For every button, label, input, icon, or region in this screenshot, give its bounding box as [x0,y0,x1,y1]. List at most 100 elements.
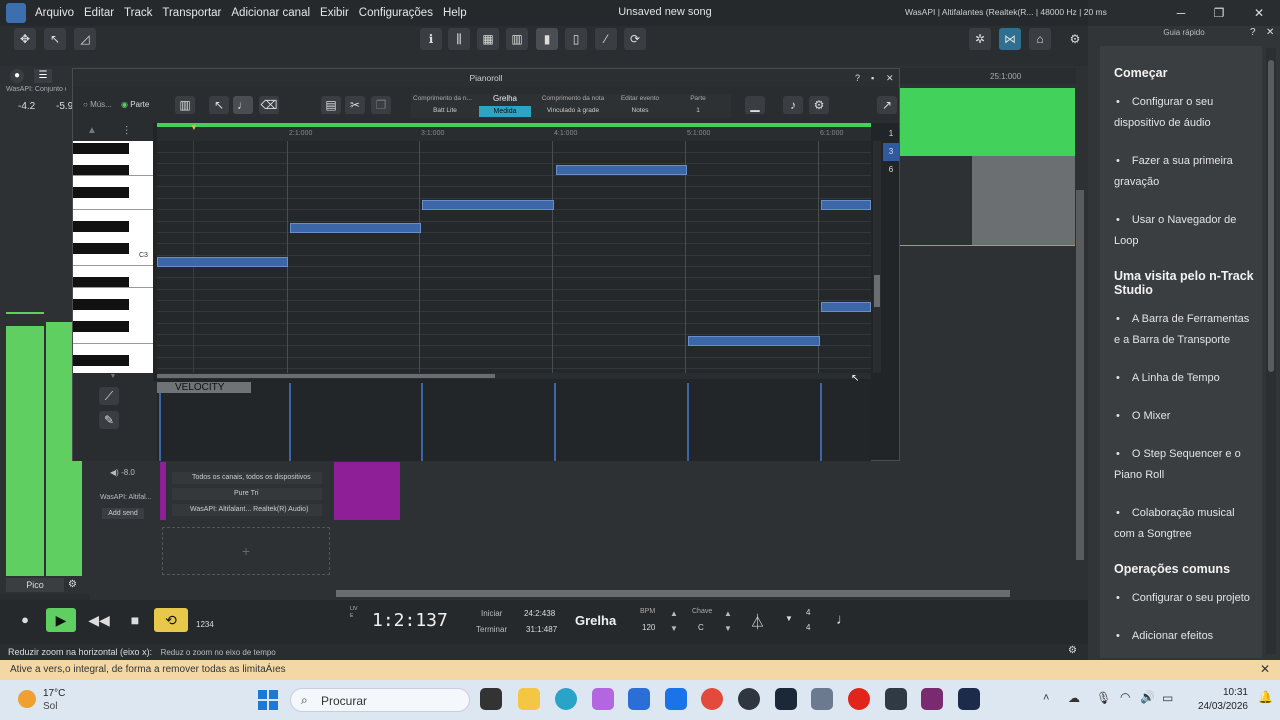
mode-mus[interactable]: ○ Mús... [83,100,112,109]
key-value[interactable]: C [698,623,704,632]
add-send-button[interactable]: Add send [102,508,144,519]
tuner-icon[interactable]: ⁄ [595,28,617,50]
time-sig-top[interactable]: 4 [806,608,810,617]
guide-scroll-thumb[interactable] [1268,60,1274,372]
effects-icon[interactable]: ✲ [969,28,991,50]
peak-button[interactable]: Pico [6,578,64,592]
tray-chevron-icon[interactable]: ˄ [1043,692,1049,704]
metronome-icon[interactable]: ⏃ [750,611,765,632]
steam-icon[interactable] [775,688,797,710]
midi-note[interactable] [556,165,687,175]
grid-scrollbar[interactable] [873,141,881,373]
midi-note[interactable] [821,302,871,312]
loop-icon[interactable]: ⟳ [624,28,646,50]
key-stepper-icon[interactable]: ▲ ▼ [724,606,732,636]
part-number[interactable]: 1 [883,125,899,143]
menu-help[interactable]: Help [438,0,472,26]
black-key[interactable] [73,221,129,232]
end-value[interactable]: 31:1:487 [526,625,557,634]
step-sequencer-icon[interactable]: ▦ [477,28,499,50]
microphone-icon[interactable]: 🎙 [1096,691,1111,705]
loop-toggle-icon[interactable]: ⟲ [154,608,188,632]
midi-note[interactable] [157,257,288,267]
settings-app-icon[interactable] [811,688,833,710]
piano-icon[interactable]: ▥ [506,28,528,50]
paste-icon[interactable]: ▤ [321,96,341,114]
quantize-icon[interactable]: ▁ [745,96,765,114]
mixer-settings-icon[interactable]: ⚙ [68,579,77,590]
notes-icon[interactable]: ♪ [783,96,803,114]
clock-time[interactable]: 10:31 [1192,687,1248,698]
guide-link[interactable]: Colaboração musical com a Songtree [1114,503,1254,545]
move-tool-icon[interactable]: ✥ [14,28,36,50]
menu-lines-icon[interactable]: ☰ [34,69,52,83]
guide-link[interactable]: O Step Sequencer e o Piano Roll [1114,444,1254,486]
instrument-select[interactable]: Pure Tri [172,488,322,500]
outlook-icon[interactable] [628,688,650,710]
black-key[interactable] [73,243,129,254]
ntrack-icon[interactable] [921,688,943,710]
count-in[interactable]: 1234 [196,620,214,629]
velocity-lane[interactable] [157,381,871,461]
minimize-icon[interactable]: ▪ [871,73,874,83]
battery-icon[interactable]: ▭ [1162,691,1173,705]
taskbar-search[interactable]: ⌕ Procurar [290,688,470,712]
horizontal-scrollbar[interactable] [336,590,1010,597]
opera-icon[interactable] [848,688,870,710]
guide-link[interactable]: Configurar o seu projeto [1114,588,1254,609]
onedrive-icon[interactable]: ☁ [1068,691,1080,705]
timeline-ruler[interactable] [900,68,1076,84]
black-key[interactable] [73,321,129,332]
midi-note[interactable] [821,200,871,210]
part-number[interactable]: 6 [883,161,899,179]
grid-button[interactable]: Grelha [575,613,616,628]
record-arm-icon[interactable]: ● [10,69,24,83]
task-view-icon[interactable] [480,688,502,710]
guide-link[interactable]: Fazer a sua primeira gravação [1114,151,1254,193]
input-select[interactable]: Todos os canais, todos os dispositivos [172,472,322,484]
grid-scroll-thumb[interactable] [874,275,880,307]
mixer-icon[interactable]: ⫼ [448,28,470,50]
help-icon[interactable]: ? [1250,27,1256,38]
select-tool-icon[interactable]: ↖ [209,96,229,114]
menu-configuracoes[interactable]: Configurações [354,0,438,26]
scroll-down-icon[interactable]: ▼ [73,373,153,381]
calculator-icon[interactable] [885,688,907,710]
midi-note[interactable] [688,336,820,346]
keyboard-icon[interactable]: ▥ [175,96,195,114]
close-window-icon[interactable]: ✕ [1250,4,1268,22]
guide-link[interactable]: Usar o Navegador de Loop [1114,210,1254,252]
menu-adicionar-canal[interactable]: Adicionar canal [226,0,315,26]
close-panel-icon[interactable]: ✕ [1266,27,1274,38]
menu-editar[interactable]: Editar [79,0,119,26]
velocity-bar[interactable] [687,383,689,461]
minimize-icon[interactable]: ─ [1172,4,1190,22]
home-icon[interactable]: ⌂ [1029,28,1051,50]
velocity-bar[interactable] [159,383,161,461]
eraser-icon[interactable]: ⌫ [259,96,279,114]
weather-sun-icon[interactable] [18,690,36,708]
grid-hscroll-thumb[interactable] [157,374,495,378]
mode-parte[interactable]: ◉ Parte [121,100,149,109]
copilot-icon[interactable] [592,688,614,710]
velocity-line-tool-icon[interactable]: ⟋ [99,387,119,405]
status-settings-icon[interactable]: ⚙ [1068,645,1077,656]
playhead-marker-icon[interactable]: ▼ [190,123,198,132]
piano-keyboard[interactable]: C3 [73,141,153,373]
velocity-bar[interactable] [421,383,423,461]
share-icon[interactable]: ⋈ [999,28,1021,50]
midi-note[interactable] [290,223,421,233]
guide-link[interactable]: A Linha de Tempo [1114,368,1254,389]
selected-region[interactable] [972,156,1075,246]
app-icon[interactable] [958,688,980,710]
edge-browser-icon[interactable] [555,688,577,710]
windows-start-icon[interactable] [258,690,278,710]
volume-icon[interactable]: 🔊 [1140,690,1155,704]
record-icon[interactable]: ● [12,608,38,632]
black-key[interactable] [73,355,129,366]
file-explorer-icon[interactable] [518,688,540,710]
draw-note-icon[interactable]: ♩ [233,96,253,114]
help-icon[interactable]: ? [855,73,860,83]
grid-hscroll[interactable] [157,373,871,379]
bpm-value[interactable]: 120 [642,623,655,632]
